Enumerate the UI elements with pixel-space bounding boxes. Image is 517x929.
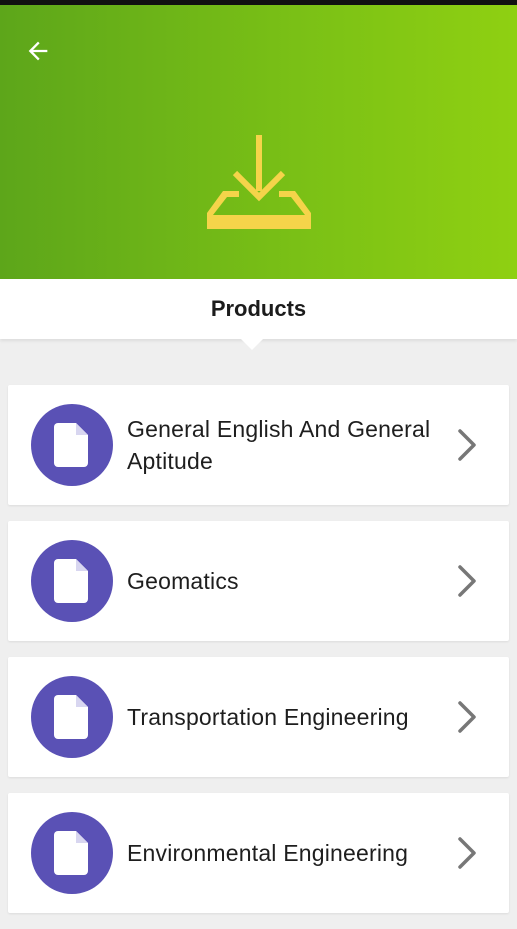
product-item-transportation-engineering[interactable]: Transportation Engineering — [8, 657, 509, 777]
document-icon — [54, 695, 88, 739]
product-title: Transportation Engineering — [127, 704, 409, 730]
product-list: General English And General Aptitude Geo… — [8, 385, 509, 929]
avatar — [31, 404, 113, 486]
product-title: Environmental Engineering — [127, 840, 409, 866]
chevron-right-icon — [458, 701, 476, 733]
product-item-geomatics[interactable]: Geomatics — [8, 521, 509, 641]
chevron-right-icon — [458, 837, 476, 869]
document-icon — [54, 423, 88, 467]
chevron-right-icon — [458, 565, 476, 597]
avatar — [31, 676, 113, 758]
product-item-general-english[interactable]: General English And General Aptitude — [8, 385, 509, 505]
chevron-right-icon — [458, 429, 476, 461]
arrow-left-icon — [28, 41, 48, 61]
hero-header — [0, 5, 517, 279]
tab-bar: Products — [0, 279, 517, 339]
download-tray-icon — [207, 135, 311, 229]
tab-indicator — [241, 339, 263, 350]
product-item-environmental-engineering[interactable]: Environmental Engineering — [8, 793, 509, 913]
avatar — [31, 540, 113, 622]
back-button[interactable] — [18, 31, 58, 71]
document-icon — [54, 831, 88, 875]
tab-products[interactable]: Products — [0, 279, 517, 339]
product-title: General English And General Aptitude — [127, 416, 431, 474]
avatar — [31, 812, 113, 894]
document-icon — [54, 559, 88, 603]
product-title: Geomatics — [127, 568, 239, 594]
